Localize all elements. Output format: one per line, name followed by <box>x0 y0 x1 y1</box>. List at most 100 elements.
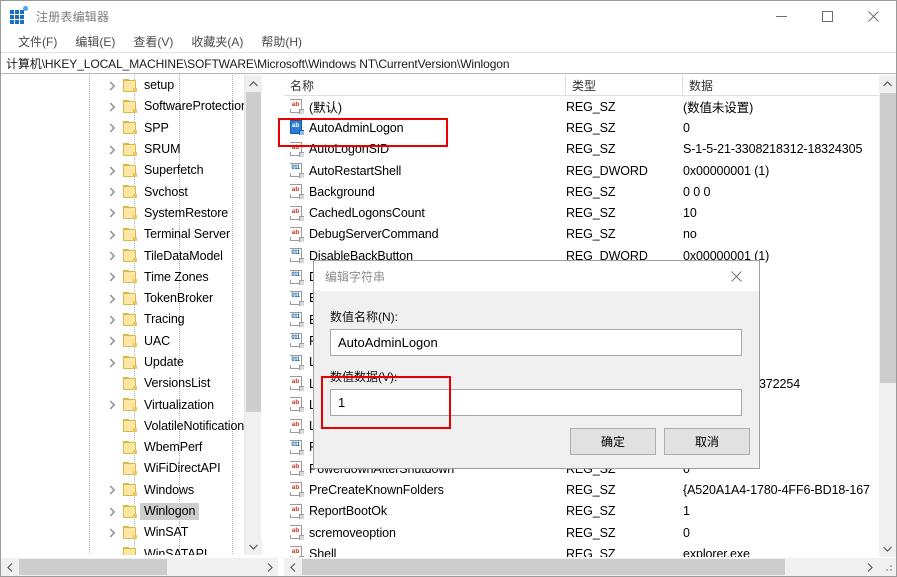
ok-button[interactable]: 确定 <box>570 428 656 455</box>
table-row[interactable]: abPreCreateKnownFoldersREG_SZ{A520A1A4-1… <box>284 479 879 500</box>
value-name-label: 数值名称(N): <box>330 308 398 325</box>
dword-value-icon: 011 <box>290 312 304 327</box>
chevron-right-icon[interactable] <box>104 504 120 520</box>
maximize-button[interactable] <box>804 1 850 31</box>
column-header-type[interactable]: 类型 <box>566 75 683 96</box>
address-bar[interactable]: 计算机\HKEY_LOCAL_MACHINE\SOFTWARE\Microsof… <box>1 52 896 74</box>
list-scroll-left-arrow[interactable] <box>284 558 301 576</box>
tree-horizontal-scrollbar[interactable] <box>1 558 278 576</box>
menu-file[interactable]: 文件(F) <box>9 31 66 53</box>
resize-grip-icon[interactable] <box>882 562 894 574</box>
tree-item-wifidirectapi[interactable]: WiFiDirectAPI <box>1 458 261 479</box>
tree-item-virtualization[interactable]: Virtualization <box>1 394 261 415</box>
string-value-icon: ab <box>290 206 304 221</box>
table-row[interactable]: abShellREG_SZexplorer.exe <box>284 543 879 557</box>
chevron-right-icon[interactable] <box>104 291 120 307</box>
menu-view[interactable]: 查看(V) <box>124 31 182 53</box>
string-value-icon: ab <box>290 120 304 135</box>
tree-item-systemrestore[interactable]: SystemRestore <box>1 203 261 224</box>
tree-item-windows[interactable]: Windows <box>1 480 261 501</box>
tree-item-winlogon[interactable]: Winlogon <box>1 501 261 522</box>
table-row[interactable]: abBackgroundREG_SZ0 0 0 <box>284 181 879 202</box>
list-scrollbar-thumb[interactable] <box>880 93 896 383</box>
menu-help[interactable]: 帮助(H) <box>252 31 311 53</box>
table-row[interactable]: abReportBootOkREG_SZ1 <box>284 501 879 522</box>
tree-item-update[interactable]: Update <box>1 352 261 373</box>
cell-value-type: REG_SZ <box>566 100 615 114</box>
table-row[interactable]: abscremoveoptionREG_SZ0 <box>284 522 879 543</box>
menu-favorites[interactable]: 收藏夹(A) <box>182 31 252 53</box>
cell-value-name: (默认) <box>309 97 342 116</box>
table-row[interactable]: abAutoAdminLogonREG_SZ0 <box>284 117 879 138</box>
table-row[interactable]: abAutoLogonSIDREG_SZS-1-5-21-3308218312-… <box>284 139 879 160</box>
chevron-right-icon[interactable] <box>104 397 120 413</box>
cell-value-type: REG_SZ <box>566 206 615 220</box>
tree-vertical-scrollbar[interactable] <box>244 75 261 555</box>
table-row[interactable]: abDebugServerCommandREG_SZno <box>284 224 879 245</box>
chevron-right-icon[interactable] <box>104 269 120 285</box>
tree-hscrollbar-thumb[interactable] <box>19 559 167 575</box>
list-scroll-up-arrow[interactable] <box>879 75 896 92</box>
tree-item-tracing[interactable]: Tracing <box>1 309 261 330</box>
value-data-input[interactable] <box>330 389 742 416</box>
chevron-right-icon[interactable] <box>104 248 120 264</box>
chevron-right-icon[interactable] <box>104 482 120 498</box>
tree-item-label: SRUM <box>140 141 184 158</box>
menu-edit[interactable]: 编辑(E) <box>66 31 124 53</box>
tree-item-uac[interactable]: UAC <box>1 331 261 352</box>
tree-item-terminal-server[interactable]: Terminal Server <box>1 224 261 245</box>
list-scroll-down-arrow[interactable] <box>879 540 896 557</box>
registry-tree[interactable]: setupSoftwareProtectionPlSPP SRUM Superfet… <box>1 75 261 555</box>
list-horizontal-scrollbar[interactable] <box>284 558 896 576</box>
dialog-close-button[interactable] <box>714 261 759 291</box>
tree-scrollbar-thumb[interactable] <box>246 92 261 412</box>
chevron-right-icon[interactable] <box>104 227 120 243</box>
tree-item-tiledatamodel[interactable]: TileDataModel <box>1 245 261 266</box>
tree-item-tokenbroker[interactable]: TokenBroker <box>1 288 261 309</box>
table-row[interactable]: abCachedLogonsCountREG_SZ10 <box>284 202 879 223</box>
tree-scroll-right-arrow[interactable] <box>261 558 278 576</box>
list-hscrollbar-thumb[interactable] <box>302 559 785 575</box>
value-name-input[interactable] <box>330 329 742 356</box>
chevron-right-icon[interactable] <box>104 184 120 200</box>
chevron-right-icon[interactable] <box>104 78 120 94</box>
chevron-right-icon[interactable] <box>104 163 120 179</box>
tree-scroll-down-arrow[interactable] <box>245 538 262 555</box>
tree-item-superfetch[interactable]: Superfetch <box>1 160 261 181</box>
tree-item-spp[interactable]: SPP <box>1 118 261 139</box>
tree-scroll-left-arrow[interactable] <box>1 558 18 576</box>
tree-item-wbemperf[interactable]: WbemPerf <box>1 437 261 458</box>
tree-item-time-zones[interactable]: Time Zones <box>1 267 261 288</box>
table-row[interactable]: ab(默认)REG_SZ(数值未设置) <box>284 96 879 117</box>
table-row[interactable]: 011AutoRestartShellREG_DWORD0x00000001 (… <box>284 160 879 181</box>
tree-item-setup[interactable]: setup <box>1 75 261 96</box>
tree-item-volatilenotifications[interactable]: VolatileNotifications <box>1 416 261 437</box>
chevron-right-icon[interactable] <box>104 142 120 158</box>
chevron-right-icon[interactable] <box>104 99 120 115</box>
tree-item-winsat[interactable]: WinSAT <box>1 522 261 543</box>
chevron-right-icon[interactable] <box>104 333 120 349</box>
edit-string-dialog: 编辑字符串 数值名称(N): 数值数据(V): 确定 取消 <box>313 260 760 469</box>
folder-icon <box>122 547 138 555</box>
close-button[interactable] <box>850 1 896 31</box>
tree-item-softwareprotectionpl[interactable]: SoftwareProtectionPl <box>1 96 261 117</box>
tree-item-winsatapi[interactable]: WinSATAPI <box>1 544 261 555</box>
cancel-button[interactable]: 取消 <box>664 428 750 455</box>
minimize-button[interactable] <box>758 1 804 31</box>
tree-item-srum[interactable]: SRUM <box>1 139 261 160</box>
tree-scroll-up-arrow[interactable] <box>245 75 262 92</box>
column-header-name[interactable]: 名称 <box>284 75 566 96</box>
tree-item-versionslist[interactable]: VersionsList <box>1 373 261 394</box>
string-value-icon: ab <box>290 227 304 242</box>
list-vertical-scrollbar[interactable] <box>879 75 896 557</box>
chevron-right-icon[interactable] <box>104 120 120 136</box>
tree-item-svchost[interactable]: Svchost <box>1 181 261 202</box>
chevron-right-icon[interactable] <box>104 525 120 541</box>
cell-value-name: ReportBootOk <box>309 504 387 518</box>
column-header-data[interactable]: 数据 <box>683 75 879 96</box>
chevron-right-icon[interactable] <box>104 205 120 221</box>
chevron-right-icon[interactable] <box>104 355 120 371</box>
list-scroll-right-arrow[interactable] <box>861 558 878 576</box>
title-bar: 注册表编辑器 <box>1 1 896 31</box>
chevron-right-icon[interactable] <box>104 312 120 328</box>
